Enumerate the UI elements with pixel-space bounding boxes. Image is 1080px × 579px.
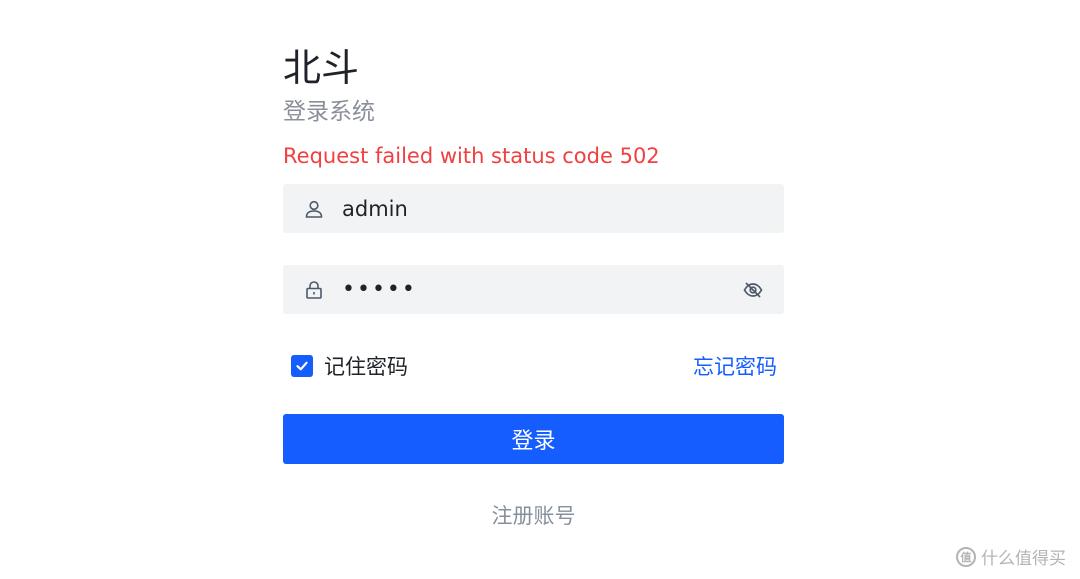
- user-icon: [303, 198, 325, 220]
- login-options: 记住密码 忘记密码: [283, 351, 784, 381]
- watermark: 值 什么值得买: [956, 544, 1066, 569]
- remember-password-label: 记住密码: [324, 355, 408, 379]
- login-page: 北斗 登录系统 Request failed with status code …: [0, 0, 1080, 579]
- password-input[interactable]: [342, 269, 702, 310]
- username-input[interactable]: [342, 188, 702, 229]
- forgot-password-link[interactable]: 忘记密码: [693, 351, 777, 381]
- eye-off-icon[interactable]: [742, 279, 764, 301]
- page-subtitle: 登录系统: [283, 99, 375, 125]
- page-title: 北斗: [283, 46, 360, 90]
- register-link[interactable]: 注册账号: [283, 500, 784, 530]
- watermark-text: 什么值得买: [981, 549, 1066, 569]
- username-field[interactable]: [283, 184, 784, 233]
- login-form: 北斗 登录系统 Request failed with status code …: [283, 44, 784, 530]
- login-button[interactable]: 登录: [283, 414, 784, 464]
- lock-icon: [303, 279, 325, 301]
- watermark-logo-icon: 值: [956, 546, 976, 567]
- checkbox-checked-icon[interactable]: [291, 355, 313, 377]
- password-field[interactable]: [283, 265, 784, 314]
- error-message: Request failed with status code 502: [283, 144, 660, 168]
- remember-password-checkbox[interactable]: 记住密码: [291, 351, 408, 381]
